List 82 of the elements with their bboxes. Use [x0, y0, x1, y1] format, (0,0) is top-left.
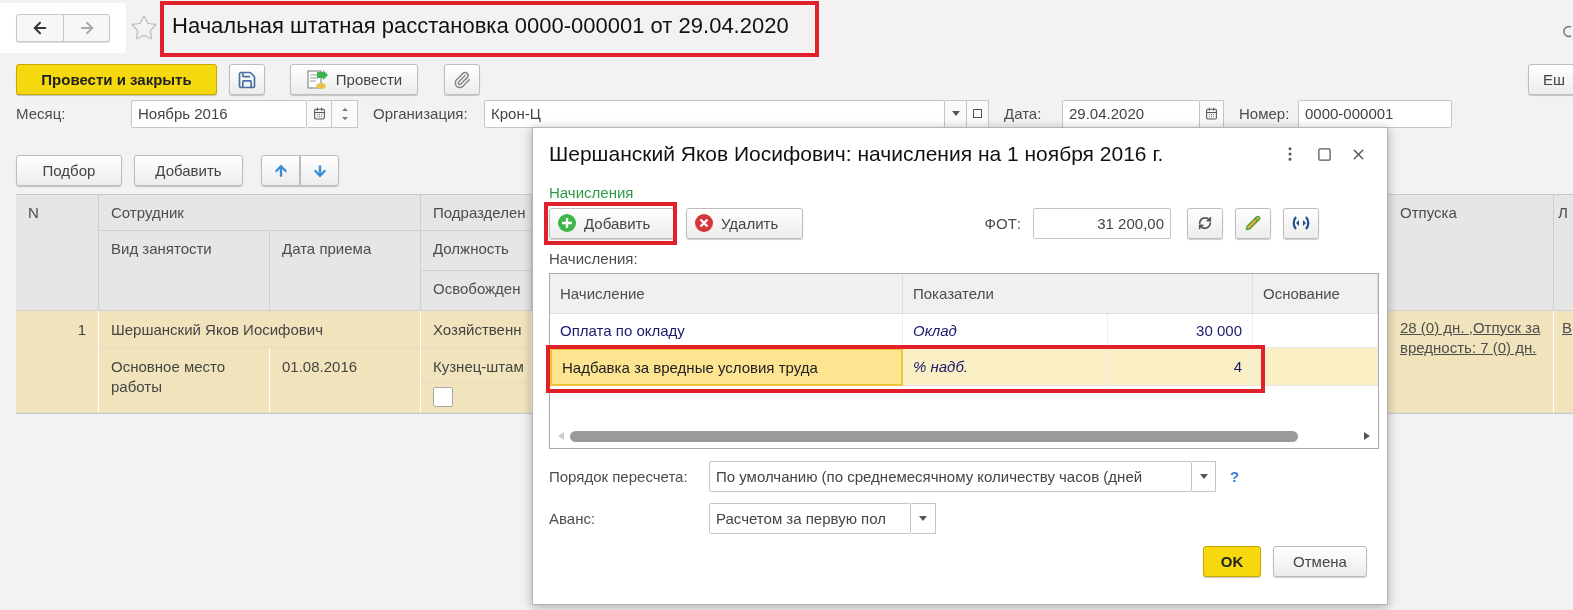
field-label: ФОТ: — [984, 214, 1021, 232]
pick-button[interactable]: Подбор — [16, 155, 122, 186]
column-header: N — [16, 195, 99, 311]
column-header: Должность — [421, 231, 532, 271]
input-field[interactable]: 29.04.2020 — [1062, 99, 1200, 128]
move-down-button[interactable] — [300, 155, 339, 186]
help-link[interactable]: ? — [1230, 468, 1240, 485]
dialog-title: Шершанский Яков Иосифович: начисления на 1 ноября 2016 г. — [549, 142, 1165, 166]
table-label: Начисления: — [549, 250, 639, 267]
refresh-button[interactable] — [1187, 207, 1223, 239]
scroll-right-icon[interactable] — [1364, 432, 1370, 440]
maximize-icon[interactable] — [1317, 146, 1332, 162]
table-cell: Хозяйственн — [421, 311, 532, 348]
star-icon[interactable] — [130, 14, 158, 42]
field-label: Порядок пересчета: — [549, 468, 689, 485]
save-button[interactable] — [229, 64, 265, 95]
table-cell: Надбавка за вредные условия труда — [550, 348, 903, 386]
cancel-button[interactable]: Отмена — [1273, 546, 1367, 577]
caret-icon — [951, 111, 960, 116]
document-title: Начальная штатная расстановка 0000-000001 от 29.04.2020 — [172, 13, 789, 39]
broadcast-icon — [1291, 216, 1311, 230]
table-cell: 4 — [1108, 348, 1253, 386]
scrollbar-thumb[interactable] — [570, 431, 1298, 442]
column-header: Отпуска — [1388, 195, 1554, 311]
input-field[interactable]: 31 200,00 — [1033, 207, 1171, 239]
plus-circle-icon — [558, 214, 576, 232]
edit-button[interactable] — [1235, 207, 1271, 239]
open-button[interactable] — [967, 99, 989, 128]
calendar-button[interactable] — [307, 99, 332, 128]
calendar-icon — [1205, 107, 1218, 120]
paperclip-icon — [453, 70, 471, 89]
field-label: Номер: — [1239, 105, 1291, 122]
column-header: Подразделен — [421, 195, 532, 231]
attach-button[interactable] — [444, 64, 480, 95]
column-header: Сотрудник — [99, 195, 421, 231]
field-label: Организация: — [373, 105, 469, 122]
delete-button[interactable]: Удалить — [686, 207, 803, 239]
pencil-icon — [1245, 215, 1261, 231]
group-label: Начисления — [549, 184, 635, 201]
field-label: Месяц: — [16, 105, 67, 122]
add-button[interactable]: Добавить — [134, 155, 243, 186]
post-button[interactable]: Провести — [290, 64, 418, 95]
table-cell: Шершанский Яков Иосифович — [99, 311, 421, 348]
column-header: Освобожден — [421, 271, 532, 311]
column-header: Основание — [1253, 274, 1378, 314]
column-header: Начисление — [550, 274, 903, 314]
column-header: Показатели — [903, 274, 1253, 314]
checkbox[interactable] — [433, 387, 453, 407]
table-cell: 1 — [16, 311, 99, 413]
table-cell: % надб. — [903, 348, 1108, 386]
calendar-button[interactable] — [1200, 99, 1224, 128]
input-field[interactable]: 0000-000001 — [1298, 99, 1452, 128]
post-and-close-button[interactable]: Провести и закрыть — [16, 64, 217, 95]
open-icon — [973, 109, 982, 118]
dropdown-button[interactable] — [945, 99, 967, 128]
x-circle-icon — [695, 214, 713, 232]
refresh-icon — [1198, 216, 1212, 230]
table-link[interactable]: В — [1562, 318, 1573, 338]
more-button[interactable]: Еш — [1528, 64, 1573, 95]
dropdown-field[interactable]: Расчетом за первую пол — [709, 503, 911, 534]
broadcast-button[interactable] — [1283, 207, 1319, 239]
input-field[interactable]: Крон-Ц — [484, 99, 945, 128]
add-button[interactable]: Добавить — [549, 207, 674, 239]
calendar-icon — [312, 107, 326, 120]
save-icon — [237, 69, 257, 90]
column-header: Вид занятости — [99, 231, 270, 311]
field-label: Дата: — [1004, 105, 1043, 122]
column-header: Дата приема — [270, 231, 421, 311]
back-icon — [31, 19, 49, 37]
column-header: Л — [1554, 195, 1573, 311]
field-label: Аванс: — [549, 510, 597, 527]
input-field[interactable]: Ноябрь 2016 — [131, 99, 307, 128]
table-cell: Кузнец-штам — [421, 348, 532, 383]
ok-button[interactable]: OK — [1203, 546, 1261, 577]
table-cell: Основное место работы — [99, 348, 270, 413]
table-cell: 01.08.2016 — [270, 348, 421, 413]
caret-icon — [1199, 474, 1208, 479]
spinner-icon — [340, 105, 349, 122]
dropdown-field[interactable]: По умолчанию (по среднемесячному количеству часов (дней — [709, 461, 1192, 492]
caret-icon — [919, 516, 927, 521]
move-up-button[interactable] — [261, 155, 300, 186]
document-arrow-icon — [305, 68, 328, 91]
